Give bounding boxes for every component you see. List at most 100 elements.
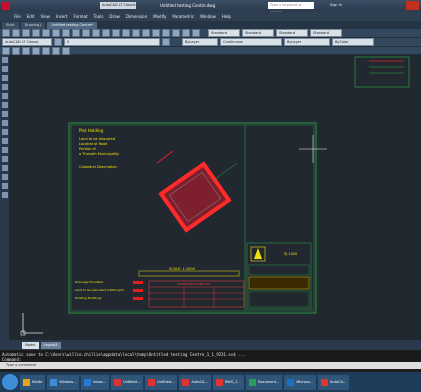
command-input[interactable]: Type a command xyxy=(0,362,421,369)
sign-in-button[interactable]: Sign In xyxy=(330,3,342,7)
taskbar-item-window[interactable]: Window... xyxy=(47,374,80,390)
copy-icon[interactable] xyxy=(62,29,70,37)
move-icon[interactable] xyxy=(1,102,8,108)
menu-dimension[interactable]: Dimension xyxy=(126,14,147,19)
boundary-line xyxy=(213,162,238,181)
menu-draw[interactable]: Draw xyxy=(109,14,119,19)
help-icon[interactable] xyxy=(192,29,200,37)
taskbar-item-untitled-2[interactable]: Untitled... xyxy=(145,374,178,390)
paste-icon[interactable] xyxy=(72,29,80,37)
taskbar-item-untitled-1[interactable]: Untitled... xyxy=(111,374,144,390)
plot-line-3: Portion of xyxy=(79,147,96,151)
tool-palettes-icon[interactable] xyxy=(172,29,180,37)
mirror-icon[interactable] xyxy=(1,75,8,81)
layer-properties-icon[interactable] xyxy=(54,38,62,46)
taskbar-item-ninite[interactable]: Ninite xyxy=(20,374,46,390)
stretch-icon[interactable] xyxy=(1,129,8,135)
menu-help[interactable]: Help xyxy=(222,14,231,19)
plot-parcel xyxy=(158,161,232,233)
new-icon[interactable] xyxy=(2,29,10,37)
menu-insert[interactable]: Insert xyxy=(56,14,67,19)
text-style-select[interactable]: Standard xyxy=(208,29,240,37)
menu-tools[interactable]: Tools xyxy=(94,14,104,19)
taskbar-item-document[interactable]: Document... xyxy=(245,374,283,390)
schedule-title: TOWNSHIP SCHEDULE xyxy=(177,282,211,286)
hatch-icon[interactable] xyxy=(52,46,60,55)
array-icon[interactable] xyxy=(1,93,8,99)
menu-file[interactable]: File xyxy=(14,14,21,19)
calculator-icon[interactable] xyxy=(182,29,190,37)
linetype-select[interactable]: Continuous xyxy=(220,38,282,46)
open-icon[interactable] xyxy=(12,29,20,37)
tab-model[interactable]: Model xyxy=(22,341,39,349)
explode-icon[interactable] xyxy=(1,192,8,198)
zoom-icon[interactable] xyxy=(122,29,130,37)
offset-icon[interactable] xyxy=(1,84,8,90)
redo-icon[interactable] xyxy=(102,29,110,37)
taskbar-item-dwg[interactable]: DWG_1... xyxy=(212,374,244,390)
join-icon[interactable] xyxy=(1,165,8,171)
fillet-icon[interactable] xyxy=(1,183,8,189)
app-logo-icon[interactable] xyxy=(2,2,10,10)
table-style-select[interactable]: Standard xyxy=(276,29,308,37)
scale-icon[interactable] xyxy=(1,120,8,126)
text-icon[interactable] xyxy=(62,46,70,55)
menu-modify[interactable]: Modify xyxy=(153,14,166,19)
taskbar-item-microsoft[interactable]: Microso... xyxy=(284,374,317,390)
make-current-icon[interactable] xyxy=(162,38,170,46)
workspace-select[interactable]: AutoCAD LT Classic xyxy=(100,2,136,9)
arc-icon[interactable] xyxy=(32,46,40,55)
app-icon xyxy=(23,378,30,386)
line-icon[interactable] xyxy=(2,46,10,55)
tab-start[interactable]: Start xyxy=(2,22,19,29)
dim-style-select[interactable]: Standard xyxy=(242,29,274,37)
zoom-previous-icon[interactable] xyxy=(142,29,150,37)
design-center-icon[interactable] xyxy=(162,29,170,37)
close-window-button[interactable] xyxy=(406,1,419,10)
zoom-window-icon[interactable] xyxy=(132,29,140,37)
polyline-icon[interactable] xyxy=(12,46,20,55)
menu-edit[interactable]: Edit xyxy=(27,14,35,19)
scale-text: SCALE: 1:1000 xyxy=(169,267,195,271)
preview-icon[interactable] xyxy=(42,29,50,37)
pan-icon[interactable] xyxy=(112,29,120,37)
erase-icon[interactable] xyxy=(1,57,8,63)
extend-icon[interactable] xyxy=(1,147,8,153)
autocad-icon xyxy=(182,378,190,386)
plotstyle-select[interactable]: ByColor xyxy=(332,38,374,46)
trim-icon[interactable] xyxy=(1,138,8,144)
legend-item-1: Drainage Floodline xyxy=(75,280,104,284)
save-icon[interactable] xyxy=(22,29,30,37)
cut-icon[interactable] xyxy=(52,29,60,37)
match-properties-icon[interactable] xyxy=(82,29,90,37)
copy-object-icon[interactable] xyxy=(1,66,8,72)
print-icon[interactable] xyxy=(32,29,40,37)
circle-icon[interactable] xyxy=(22,46,30,55)
start-button[interactable] xyxy=(2,374,18,390)
undo-icon[interactable] xyxy=(92,29,100,37)
taskbar-item-autocad-2[interactable]: AutoCA... xyxy=(318,374,350,390)
tab-untitled-testing-centre[interactable]: Untitled testing Centre* xyxy=(47,22,98,29)
drawing-number: SJ 1000 xyxy=(284,252,298,256)
chamfer-icon[interactable] xyxy=(1,174,8,180)
rectangle-icon[interactable] xyxy=(42,46,50,55)
layer-select[interactable]: 0 xyxy=(64,38,160,46)
menu-window[interactable]: Window xyxy=(200,14,216,19)
taskbar-item-autocad-1[interactable]: AutoCA... xyxy=(179,374,211,390)
color-select[interactable]: ByLayer xyxy=(182,38,218,46)
rotate-icon[interactable] xyxy=(1,111,8,117)
search-input[interactable]: Type a keyword or phrase xyxy=(268,2,314,14)
workspace-dropdown[interactable]: AutoCAD LT Classic xyxy=(2,38,52,46)
layout-tabs: Model Layout1 xyxy=(0,340,421,350)
menu-parametric[interactable]: Parametric xyxy=(172,14,194,19)
drawing-canvas[interactable]: Plot Holding Land to be Allocated Locate… xyxy=(9,55,421,340)
taskbar-item-inbox[interactable]: Inbox... xyxy=(81,374,110,390)
break-icon[interactable] xyxy=(1,156,8,162)
multileader-style-select[interactable]: Standard xyxy=(310,29,342,37)
lineweight-select[interactable]: ByLayer xyxy=(284,38,330,46)
tab-layout1[interactable]: Layout1 xyxy=(40,341,61,349)
properties-icon[interactable] xyxy=(152,29,160,37)
tab-drawing1[interactable]: Drawing1 xyxy=(20,22,46,29)
menu-format[interactable]: Format xyxy=(73,14,87,19)
menu-view[interactable]: View xyxy=(40,14,50,19)
